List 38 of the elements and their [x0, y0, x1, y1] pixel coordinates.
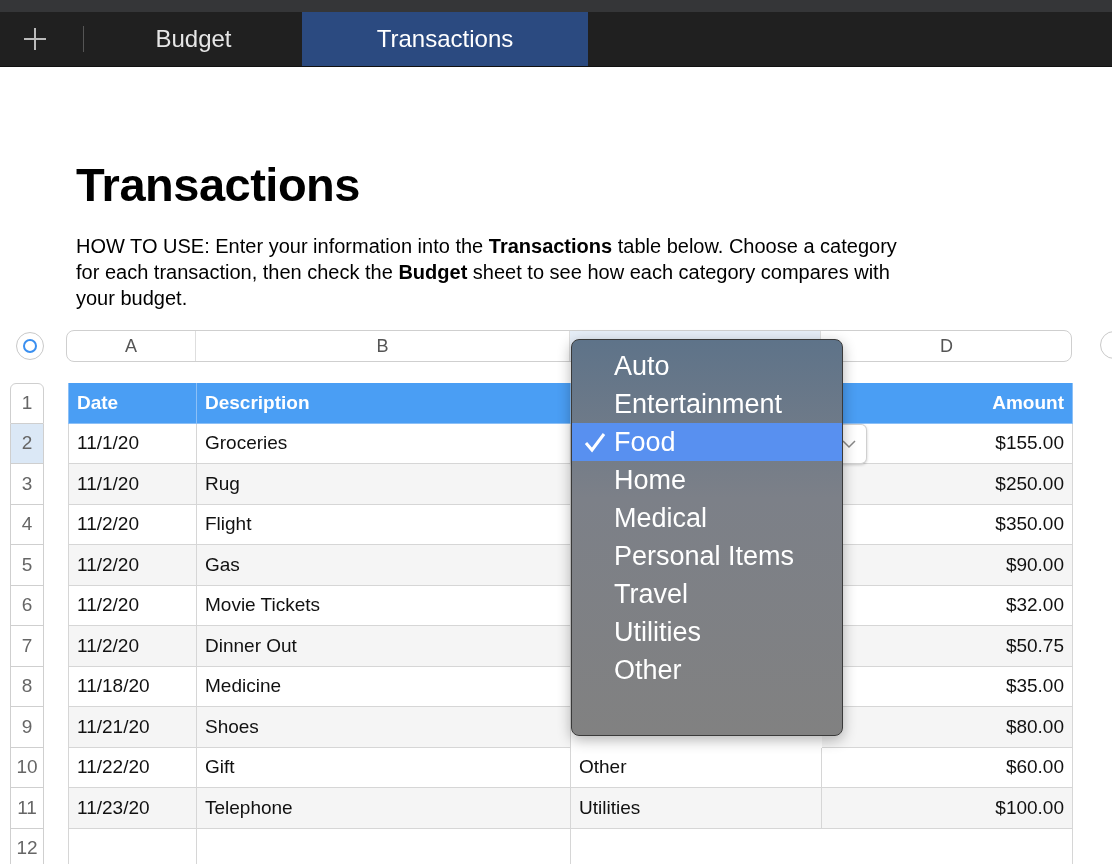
- row-number[interactable]: 6: [10, 585, 44, 626]
- table-cell: 11/23/20: [68, 788, 197, 829]
- checkmark-icon: [584, 431, 606, 453]
- row-number[interactable]: 9: [10, 707, 44, 748]
- menu-item[interactable]: Auto: [572, 347, 842, 385]
- header-cell: Date: [68, 383, 197, 424]
- table-cell: Telephone: [197, 788, 571, 829]
- sheet-tab[interactable]: Budget: [102, 12, 285, 66]
- table-cell: Gas: [197, 545, 571, 586]
- add-sheet-icon[interactable]: [23, 27, 47, 51]
- row-number[interactable]: 10: [10, 747, 44, 788]
- row-number[interactable]: 12: [10, 828, 44, 864]
- table-cell: Utilities: [571, 788, 822, 829]
- table-cell: 11/2/20: [68, 626, 197, 667]
- table-cell: $100.00: [822, 788, 1073, 829]
- row-number[interactable]: 8: [10, 666, 44, 707]
- row-number[interactable]: 5: [10, 545, 44, 586]
- header-cell: Description: [197, 383, 571, 424]
- table-cell: 11/2/20: [68, 545, 197, 586]
- table-cell: Shoes: [197, 707, 571, 748]
- row-number[interactable]: 4: [10, 504, 44, 545]
- row-number[interactable]: 2: [10, 423, 44, 464]
- table-cell: 11/21/20: [68, 707, 197, 748]
- table-cell: Rug: [197, 464, 571, 505]
- chevron-icon: [842, 438, 856, 449]
- sheet-title: Transactions: [75, 157, 361, 213]
- row-number[interactable]: 1: [10, 383, 44, 424]
- menu-item[interactable]: Food: [572, 423, 842, 461]
- table-cell: 11/1/20: [68, 464, 197, 505]
- table-cell: $80.00: [822, 707, 1073, 748]
- row-number[interactable]: 3: [10, 464, 44, 505]
- row-number[interactable]: 11: [10, 788, 44, 829]
- sheet-tab[interactable]: Transactions: [302, 12, 588, 66]
- table-cell: Dinner Out: [197, 626, 571, 667]
- instructions-text: HOW TO USE: Enter your information into the Transactions table below. Choose a category for each transaction, then check the Budget sheet to see how each category compares with your budget.: [76, 234, 898, 311]
- column-letter[interactable]: A: [67, 331, 196, 361]
- select-table-button[interactable]: [16, 332, 44, 360]
- row-number[interactable]: 7: [10, 626, 44, 667]
